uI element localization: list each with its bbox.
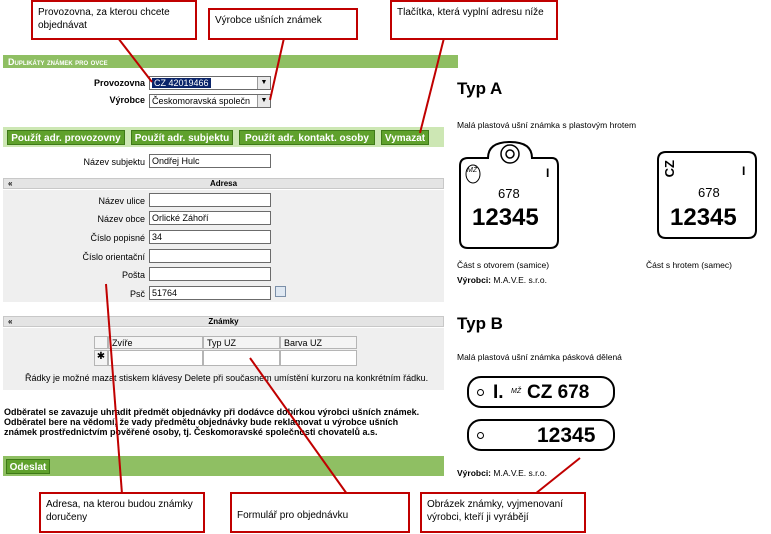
tag-a-male-number-big: 12345	[670, 204, 737, 231]
grid-cell-animal[interactable]	[108, 350, 203, 366]
tag-a-female-mark: I	[546, 166, 550, 180]
submit-button[interactable]: Odeslat	[6, 459, 50, 474]
tag-a-male-image: CZ I 678 12345	[656, 148, 758, 248]
tag-b-upper-mark: I.	[493, 382, 504, 403]
type-b-title: Typ B	[457, 314, 503, 333]
disclaimer: Odběratel se zavazuje uhradit předmět ob…	[4, 407, 449, 437]
callout-tlacitka: Tlačítka, která vyplní adresu níže	[390, 0, 558, 40]
grid-column-header[interactable]: Barva UZ	[280, 336, 357, 349]
subject-input[interactable]: Ondřej Hulc	[149, 154, 271, 168]
section-header: Duplikáty známek pro ovce	[3, 55, 458, 68]
page-title: Duplikáty známek pro ovce	[8, 57, 108, 67]
collapse-icon: «	[8, 317, 13, 326]
tags-section-title: Známky	[208, 317, 239, 326]
tag-a-female-logo: MŽ	[467, 167, 478, 174]
type-a-manufacturers: Výrobci: M.A.V.E. s.r.o.	[457, 275, 547, 285]
manufacturers-value: M.A.V.E. s.r.o.	[493, 275, 547, 285]
button-bar: Použít adr. provozovny Použít adr. subje…	[3, 127, 444, 147]
address-field-label: Název obce	[97, 214, 145, 224]
tag-a-male-number-small: 678	[698, 185, 720, 200]
grid-cell-color[interactable]	[280, 350, 357, 366]
address-field-label: Číslo popisné	[90, 233, 145, 243]
grid-column-header[interactable]: Zvíře	[108, 336, 203, 349]
zip-input[interactable]: 51764	[149, 286, 271, 300]
tag-b-hole-icon	[477, 389, 484, 396]
town-input[interactable]: Orlické Záhoří	[149, 211, 271, 225]
orientation-number-input[interactable]	[149, 249, 271, 263]
manufacturers-label: Výrobci:	[457, 275, 492, 285]
chevron-down-icon: ▼	[257, 77, 270, 89]
tag-b-upper-logo: MŽ	[511, 388, 522, 395]
grid-picker-icon[interactable]	[275, 286, 286, 297]
vyrobce-label: Výrobce	[109, 95, 145, 105]
manufacturers-label: Výrobci:	[457, 468, 492, 478]
clear-button[interactable]: Vymazat	[381, 130, 429, 145]
house-number-input[interactable]: 34	[149, 230, 271, 244]
chevron-down-icon: ▼	[257, 95, 270, 107]
provozovna-label: Provozovna	[93, 78, 145, 88]
tag-a-male-mark: I	[742, 164, 746, 178]
collapse-icon: «	[8, 179, 13, 188]
vyrobce-select[interactable]: Českomoravská společn ▼	[149, 94, 271, 108]
address-section-title: Adresa	[209, 179, 238, 188]
tag-b-upper-image: I. MŽ CZ 678	[467, 376, 615, 408]
grid-cell-type[interactable]	[203, 350, 280, 366]
use-subject-address-button[interactable]: Použít adr. subjektu	[131, 130, 233, 145]
callout-provozovna: Provozovna, za kterou chcete objednávat	[31, 0, 197, 40]
provozovna-select[interactable]: CZ 42019466 ▼	[149, 76, 271, 90]
tag-b-lower-image: 12345	[467, 419, 615, 451]
callout-formular: Formulář pro objednávku	[230, 492, 410, 533]
disclaimer-line: Odběratel se zavazuje uhradit předmět ob…	[4, 407, 420, 417]
tag-b-lower-number: 12345	[537, 424, 596, 447]
address-field-label: Psč	[129, 289, 145, 299]
manufacturers-value: M.A.V.E. s.r.o.	[493, 468, 547, 478]
tag-a-female-number-small: 678	[498, 186, 520, 201]
type-a-title: Typ A	[457, 79, 503, 98]
submit-bar: Odeslat	[3, 456, 444, 476]
use-contact-address-button[interactable]: Použít adr. kontakt. osoby	[239, 130, 375, 145]
callout-obrazek: Obrázek známky, vyjmenovaní výrobci, kte…	[420, 492, 586, 533]
new-row-marker: ✱	[94, 350, 108, 366]
tag-a-female-image: MŽ I 678 12345	[458, 140, 560, 250]
callout-vyrobce: Výrobce ušních známek	[208, 8, 358, 40]
disclaimer-line: Odběratel bere na vědomí, že vady předmě…	[4, 417, 399, 427]
tag-b-hole-icon	[477, 432, 484, 439]
address-section-header[interactable]: « Adresa	[3, 178, 444, 189]
tag-a-female-caption: Část s otvorem (samice)	[457, 260, 550, 270]
type-a-description: Malá plastová ušní známka s plastovým hr…	[457, 120, 637, 130]
provozovna-value: CZ 42019466	[152, 78, 211, 88]
tag-a-male-caption: Část s hrotem (samec)	[646, 260, 732, 270]
tag-b-upper-text: CZ 678	[527, 382, 590, 403]
callout-adresa: Adresa, na kterou budou známky doručeny	[39, 492, 205, 533]
tag-a-male-country: CZ	[662, 160, 677, 178]
post-office-input[interactable]	[149, 267, 271, 281]
grid-column-header[interactable]: Typ UZ	[203, 336, 280, 349]
grid-hint: Řádky je možné mazat stiskem klávesy Del…	[25, 373, 429, 383]
grid-corner	[94, 336, 108, 349]
use-provozovna-address-button[interactable]: Použít adr. provozovny	[7, 130, 125, 145]
address-field-label: Pošta	[121, 270, 145, 280]
address-field-label: Číslo orientační	[82, 252, 145, 262]
street-input[interactable]	[149, 193, 271, 207]
subject-label: Název subjektu	[83, 157, 145, 167]
address-field-label: Název ulice	[98, 196, 145, 206]
type-b-description: Malá plastová ušní známka pásková dělená	[457, 352, 622, 362]
type-b-manufacturers: Výrobci: M.A.V.E. s.r.o.	[457, 468, 547, 478]
tags-section-header[interactable]: « Známky	[3, 316, 444, 327]
disclaimer-line: známek prostřednictvím pověřené osoby, t…	[4, 427, 378, 437]
vyrobce-value: Českomoravská společn	[152, 96, 251, 106]
tag-a-female-number-big: 12345	[472, 204, 539, 231]
